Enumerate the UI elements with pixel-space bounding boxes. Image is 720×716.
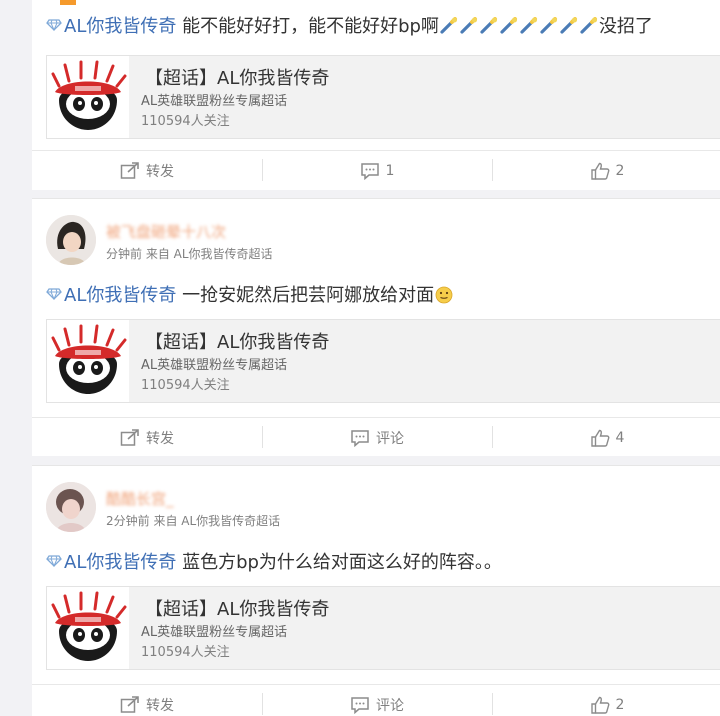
repost-button[interactable]: 转发: [32, 685, 262, 716]
post-actions: 转发 评论 2: [32, 684, 720, 716]
topic-link[interactable]: AL你我皆传奇: [46, 552, 176, 573]
post-card: AL你我皆传奇 能不能好好打，能不能好好bp啊 没招了 【超话】AL你我皆传奇 A…: [32, 0, 720, 190]
post-body-text: 能不能好好打，能不能好好bp啊: [182, 16, 439, 37]
like-button[interactable]: 4: [492, 418, 720, 457]
topic-card-subtitle: AL英雄联盟粉丝专属超话: [141, 358, 288, 373]
diamond-icon: [46, 288, 62, 300]
avatar[interactable]: [46, 482, 96, 532]
avatar-image: [46, 482, 96, 532]
pen-emoji-icon: [440, 17, 458, 35]
pen-emoji-icon: [580, 17, 598, 35]
post-card: 被飞盘砸晕十八次 分钟前 来自 AL你我皆传奇超话 AL你我皆传奇 一抢安妮然后…: [32, 198, 720, 456]
post-text: AL你我皆传奇 一抢安妮然后把芸阿娜放给对面: [46, 281, 454, 307]
like-button[interactable]: 2: [492, 151, 720, 190]
topic-card-followers: 110594人关注: [141, 378, 230, 393]
repost-button[interactable]: 转发: [32, 418, 262, 457]
diamond-icon: [46, 19, 62, 31]
comment-count: 1: [385, 162, 395, 179]
thumbs-up-icon: [590, 162, 610, 180]
topic-card-title: 【超话】AL你我皆传奇: [145, 599, 330, 620]
like-count: 2: [615, 162, 625, 179]
pen-emoji-icon: [540, 17, 558, 35]
post-body-text: 蓝色方bp为什么给对面这么好的阵容。。: [182, 552, 502, 573]
comment-button[interactable]: 评论: [262, 418, 492, 457]
repost-label: 转发: [146, 163, 174, 180]
topic-link[interactable]: AL你我皆传奇: [46, 16, 176, 37]
username[interactable]: 酷酷长宫_: [106, 488, 174, 509]
avatar[interactable]: [46, 215, 96, 265]
topic-link[interactable]: AL你我皆传奇: [46, 285, 176, 306]
username[interactable]: 被飞盘砸晕十八次: [106, 221, 226, 242]
topic-card-subtitle: AL英雄联盟粉丝专属超话: [141, 625, 288, 640]
pen-emoji-icon: [480, 17, 498, 35]
post-text: AL你我皆传奇 蓝色方bp为什么给对面这么好的阵容。。: [46, 548, 502, 574]
emoji-row: [439, 16, 599, 37]
like-count: 4: [615, 429, 625, 446]
pen-emoji-icon: [500, 17, 518, 35]
speech-bubble-icon: [350, 429, 370, 447]
panda-sushi-logo-icon: [47, 320, 129, 402]
badge-fragment: [60, 0, 76, 5]
topic-card-title: 【超话】AL你我皆传奇: [145, 332, 330, 353]
panda-sushi-logo-icon: [47, 587, 129, 669]
topic-card-followers: 110594人关注: [141, 645, 230, 660]
comment-label: 评论: [376, 697, 404, 714]
pen-emoji-icon: [560, 17, 578, 35]
share-square-icon: [120, 162, 140, 180]
repost-label: 转发: [146, 697, 174, 714]
pen-emoji-icon: [460, 17, 478, 35]
comment-button[interactable]: 1: [262, 151, 492, 190]
comment-button[interactable]: 评论: [262, 685, 492, 716]
post-actions: 转发 1 2: [32, 150, 720, 190]
topic-card-title: 【超话】AL你我皆传奇: [145, 68, 330, 89]
like-count: 2: [615, 696, 625, 713]
post-meta: 分钟前 来自 AL你我皆传奇超话: [106, 247, 273, 261]
post-body-text: 一抢安妮然后把芸阿娜放给对面: [182, 285, 435, 306]
speech-bubble-icon: [350, 696, 370, 714]
diamond-icon: [46, 555, 62, 567]
thumbs-up-icon: [590, 696, 610, 714]
post-body-tail: 没招了: [598, 16, 653, 37]
like-button[interactable]: 2: [492, 685, 720, 716]
avatar-image: [46, 215, 96, 265]
comment-label: 评论: [376, 430, 404, 447]
smile-emoji-icon: [435, 286, 453, 304]
post-card: 酷酷长宫_ 2分钟前 来自 AL你我皆传奇超话 AL你我皆传奇 蓝色方bp为什么…: [32, 465, 720, 716]
share-square-icon: [120, 696, 140, 714]
speech-bubble-icon: [360, 162, 380, 180]
thumbs-up-icon: [590, 429, 610, 447]
topic-card[interactable]: 【超话】AL你我皆传奇 AL英雄联盟粉丝专属超话 110594人关注: [46, 55, 720, 139]
topic-card-followers: 110594人关注: [141, 114, 230, 129]
topic-card-subtitle: AL英雄联盟粉丝专属超话: [141, 94, 288, 109]
topic-card[interactable]: 【超话】AL你我皆传奇 AL英雄联盟粉丝专属超话 110594人关注: [46, 586, 720, 670]
pen-emoji-icon: [520, 17, 538, 35]
panda-sushi-logo-icon: [47, 56, 129, 138]
post-meta: 2分钟前 来自 AL你我皆传奇超话: [106, 514, 281, 528]
share-square-icon: [120, 429, 140, 447]
post-text: AL你我皆传奇 能不能好好打，能不能好好bp啊 没招了: [46, 12, 653, 38]
post-actions: 转发 评论 4: [32, 417, 720, 457]
repost-label: 转发: [146, 430, 174, 447]
repost-button[interactable]: 转发: [32, 151, 262, 190]
topic-card[interactable]: 【超话】AL你我皆传奇 AL英雄联盟粉丝专属超话 110594人关注: [46, 319, 720, 403]
